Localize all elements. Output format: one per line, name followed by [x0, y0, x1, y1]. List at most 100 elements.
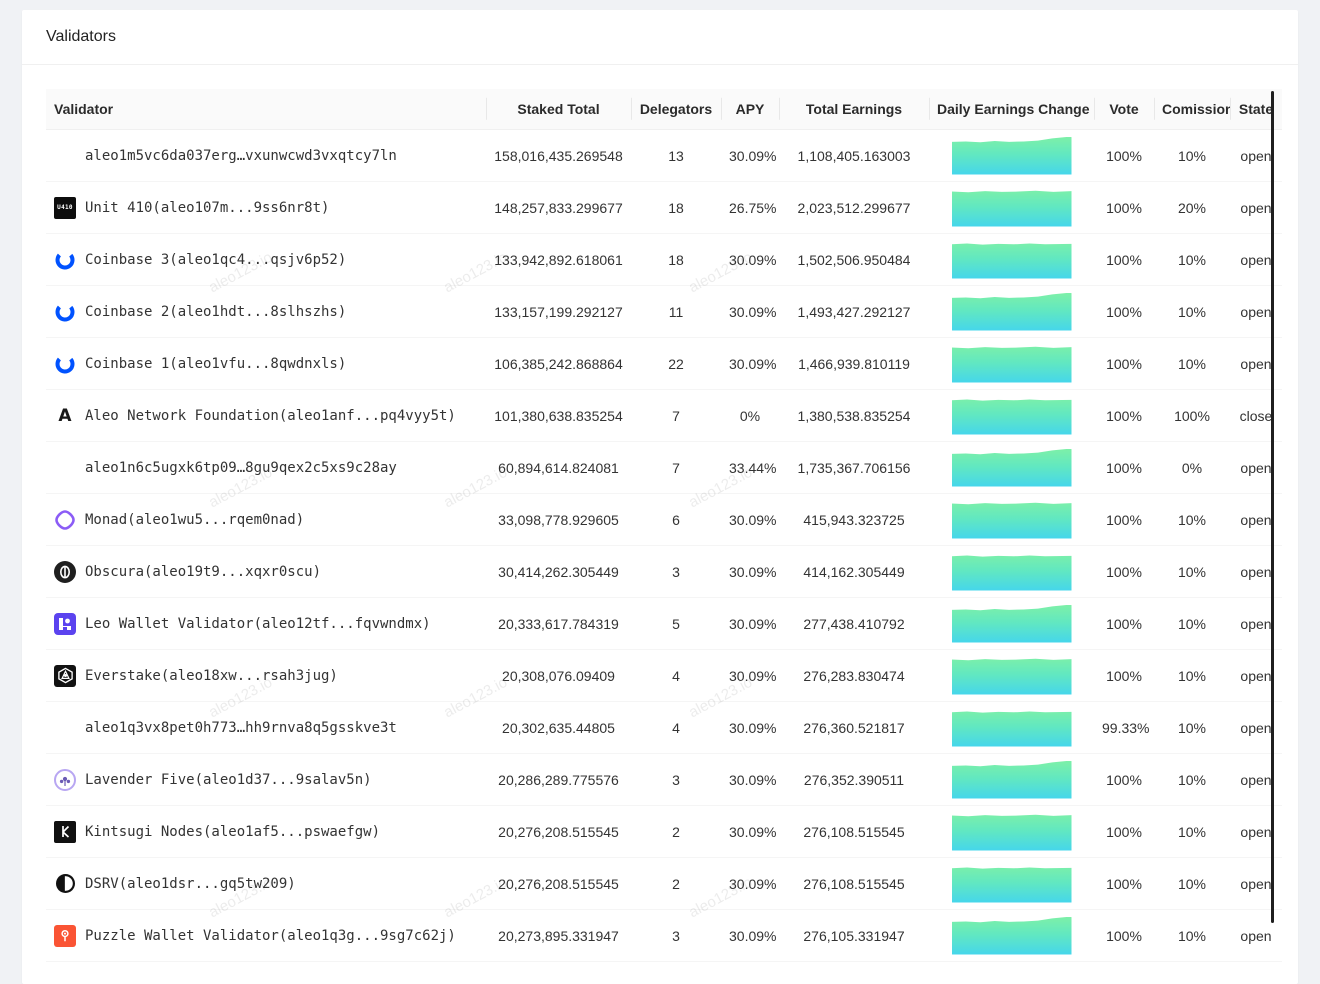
- validator-label[interactable]: Obscura(aleo19t9...xqxr0scu): [85, 564, 321, 580]
- validator-name-wrapper: Monad(aleo1wu5...rqem0nad): [54, 509, 478, 531]
- cell-apy: 30.09%: [721, 598, 779, 650]
- cell-total-earnings: 1,502,506.950484: [779, 234, 929, 286]
- table-scrollbar[interactable]: [1268, 89, 1274, 962]
- column-header-total-earnings[interactable]: Total Earnings: [779, 89, 929, 130]
- cell-validator[interactable]: Puzzle Wallet Validator(aleo1q3g...9sg7c…: [46, 910, 486, 962]
- cell-daily-earnings-change: [929, 182, 1094, 234]
- cell-delegators: 11: [631, 286, 721, 338]
- table-row[interactable]: DSRV(aleo1dsr...gq5tw209)20,276,208.5155…: [46, 858, 1282, 910]
- validators-table-wrapper: aleo123.io aleo123.io aleo123.io aleo123…: [46, 89, 1274, 962]
- validator-label[interactable]: Lavender Five(aleo1d37...9salav5n): [85, 772, 372, 788]
- cell-daily-earnings-change: [929, 650, 1094, 702]
- cell-vote: 100%: [1094, 546, 1154, 598]
- cell-validator[interactable]: aleo1q3vx8pet0h773…hh9rnva8q5gsskve3t: [46, 702, 486, 754]
- column-header-comission[interactable]: Comission: [1154, 89, 1230, 130]
- validator-label[interactable]: Puzzle Wallet Validator(aleo1q3g...9sg7c…: [85, 928, 456, 944]
- cell-daily-earnings-change: [929, 286, 1094, 338]
- table-row[interactable]: Leo Wallet Validator(aleo12tf...fqvwndmx…: [46, 598, 1282, 650]
- validator-name-wrapper: U410Unit 410(aleo107m...9ss6nr8t): [54, 197, 478, 219]
- cell-validator[interactable]: Coinbase 2(aleo1hdt...8slhszhs): [46, 286, 486, 338]
- table-row[interactable]: Kintsugi Nodes(aleo1af5...pswaefgw)20,27…: [46, 806, 1282, 858]
- cell-comission: 10%: [1154, 910, 1230, 962]
- cell-validator[interactable]: Lavender Five(aleo1d37...9salav5n): [46, 754, 486, 806]
- validator-label[interactable]: Everstake(aleo18xw...rsah3jug): [85, 668, 338, 684]
- validator-label[interactable]: DSRV(aleo1dsr...gq5tw209): [85, 876, 296, 892]
- table-body: aleo1m5vc6da037erg…vxunwcwd3vxqtcy7ln158…: [46, 130, 1282, 962]
- column-header-daily-earnings-change[interactable]: Daily Earnings Change: [929, 89, 1094, 130]
- column-header-delegators[interactable]: Delegators: [631, 89, 721, 130]
- cell-comission: 100%: [1154, 390, 1230, 442]
- validators-table: Validator Staked Total Delegators APY To…: [46, 89, 1282, 962]
- validator-label[interactable]: Coinbase 3(aleo1qc4...qsjv6p52): [85, 252, 346, 268]
- daily-earnings-sparkline: [952, 449, 1072, 487]
- state-open-label: open: [1230, 130, 1282, 182]
- table-row[interactable]: Coinbase 3(aleo1qc4...qsjv6p52)133,942,8…: [46, 234, 1282, 286]
- column-header-staked-total[interactable]: Staked Total: [486, 89, 631, 130]
- validator-label[interactable]: Unit 410(aleo107m...9ss6nr8t): [85, 200, 329, 216]
- state-open-label: open: [1230, 806, 1282, 858]
- cell-staked-total: 20,333,617.784319: [486, 598, 631, 650]
- validator-label[interactable]: Coinbase 1(aleo1vfu...8qwdnxls): [85, 356, 346, 372]
- cell-delegators: 13: [631, 130, 721, 182]
- column-header-vote[interactable]: Vote: [1094, 89, 1154, 130]
- column-header-apy[interactable]: APY: [721, 89, 779, 130]
- cell-validator[interactable]: U410Unit 410(aleo107m...9ss6nr8t): [46, 182, 486, 234]
- cell-delegators: 3: [631, 546, 721, 598]
- cell-validator[interactable]: Kintsugi Nodes(aleo1af5...pswaefgw): [46, 806, 486, 858]
- cell-vote: 100%: [1094, 338, 1154, 390]
- monad-logo-icon: [54, 509, 76, 531]
- validator-label[interactable]: aleo1q3vx8pet0h773…hh9rnva8q5gsskve3t: [85, 720, 397, 736]
- table-row[interactable]: Monad(aleo1wu5...rqem0nad)33,098,778.929…: [46, 494, 1282, 546]
- cell-validator[interactable]: AAleo Network Foundation(aleo1anf...pq4v…: [46, 390, 486, 442]
- validator-label[interactable]: Aleo Network Foundation(aleo1anf...pq4vy…: [85, 408, 456, 424]
- column-header-state[interactable]: State: [1230, 89, 1282, 130]
- validator-label[interactable]: aleo1m5vc6da037erg…vxunwcwd3vxqtcy7ln: [85, 148, 397, 164]
- cell-total-earnings: 276,352.390511: [779, 754, 929, 806]
- cell-vote: 100%: [1094, 390, 1154, 442]
- table-row[interactable]: aleo1n6c5ugxk6tp09…8gu9qex2c5xs9c28ay60,…: [46, 442, 1282, 494]
- cell-validator[interactable]: Monad(aleo1wu5...rqem0nad): [46, 494, 486, 546]
- validator-label[interactable]: aleo1n6c5ugxk6tp09…8gu9qex2c5xs9c28ay: [85, 460, 397, 476]
- page-title: Validators: [46, 28, 116, 46]
- cell-total-earnings: 1,735,367.706156: [779, 442, 929, 494]
- validator-label[interactable]: Coinbase 2(aleo1hdt...8slhszhs): [85, 304, 346, 320]
- table-row[interactable]: aleo1q3vx8pet0h773…hh9rnva8q5gsskve3t20,…: [46, 702, 1282, 754]
- table-row[interactable]: Obscura(aleo19t9...xqxr0scu)30,414,262.3…: [46, 546, 1282, 598]
- validator-label[interactable]: Monad(aleo1wu5...rqem0nad): [85, 512, 304, 528]
- cell-comission: 10%: [1154, 130, 1230, 182]
- cell-validator[interactable]: DSRV(aleo1dsr...gq5tw209): [46, 858, 486, 910]
- column-header-validator[interactable]: Validator: [46, 89, 486, 130]
- cell-validator[interactable]: Obscura(aleo19t9...xqxr0scu): [46, 546, 486, 598]
- cell-delegators: 6: [631, 494, 721, 546]
- table-row[interactable]: Everstake(aleo18xw...rsah3jug) 20,308,076…: [46, 650, 1282, 702]
- cell-validator[interactable]: Coinbase 1(aleo1vfu...8qwdnxls): [46, 338, 486, 390]
- cell-total-earnings: 276,105.331947: [779, 910, 929, 962]
- table-row[interactable]: aleo1m5vc6da037erg…vxunwcwd3vxqtcy7ln158…: [46, 130, 1282, 182]
- cell-comission: 10%: [1154, 234, 1230, 286]
- validator-label[interactable]: Kintsugi Nodes(aleo1af5...pswaefgw): [85, 824, 380, 840]
- cell-staked-total: 20,308,076.09409: [486, 650, 631, 702]
- state-open-label: open: [1230, 702, 1282, 754]
- cell-validator[interactable]: Everstake(aleo18xw...rsah3jug): [46, 650, 486, 702]
- table-row[interactable]: Coinbase 1(aleo1vfu...8qwdnxls)106,385,2…: [46, 338, 1282, 390]
- validator-name-wrapper: AAleo Network Foundation(aleo1anf...pq4v…: [54, 405, 478, 427]
- cell-delegators: 5: [631, 598, 721, 650]
- cell-validator[interactable]: aleo1n6c5ugxk6tp09…8gu9qex2c5xs9c28ay: [46, 442, 486, 494]
- state-open-label: open: [1230, 338, 1282, 390]
- table-row[interactable]: Coinbase 2(aleo1hdt...8slhszhs)133,157,1…: [46, 286, 1282, 338]
- cell-vote: 100%: [1094, 598, 1154, 650]
- daily-earnings-sparkline: [952, 553, 1072, 591]
- table-row[interactable]: AAleo Network Foundation(aleo1anf...pq4v…: [46, 390, 1282, 442]
- table-row[interactable]: Puzzle Wallet Validator(aleo1q3g...9sg7c…: [46, 910, 1282, 962]
- scrollbar-thumb[interactable]: [1271, 91, 1274, 923]
- table-row[interactable]: Lavender Five(aleo1d37...9salav5n)20,286…: [46, 754, 1282, 806]
- cell-daily-earnings-change: [929, 494, 1094, 546]
- validator-label[interactable]: Leo Wallet Validator(aleo12tf...fqvwndmx…: [85, 616, 431, 632]
- cell-validator[interactable]: aleo1m5vc6da037erg…vxunwcwd3vxqtcy7ln: [46, 130, 486, 182]
- cell-validator[interactable]: Coinbase 3(aleo1qc4...qsjv6p52): [46, 234, 486, 286]
- cell-staked-total: 20,273,895.331947: [486, 910, 631, 962]
- cell-comission: 20%: [1154, 182, 1230, 234]
- cell-vote: 100%: [1094, 234, 1154, 286]
- cell-validator[interactable]: Leo Wallet Validator(aleo12tf...fqvwndmx…: [46, 598, 486, 650]
- table-row[interactable]: U410Unit 410(aleo107m...9ss6nr8t)148,257…: [46, 182, 1282, 234]
